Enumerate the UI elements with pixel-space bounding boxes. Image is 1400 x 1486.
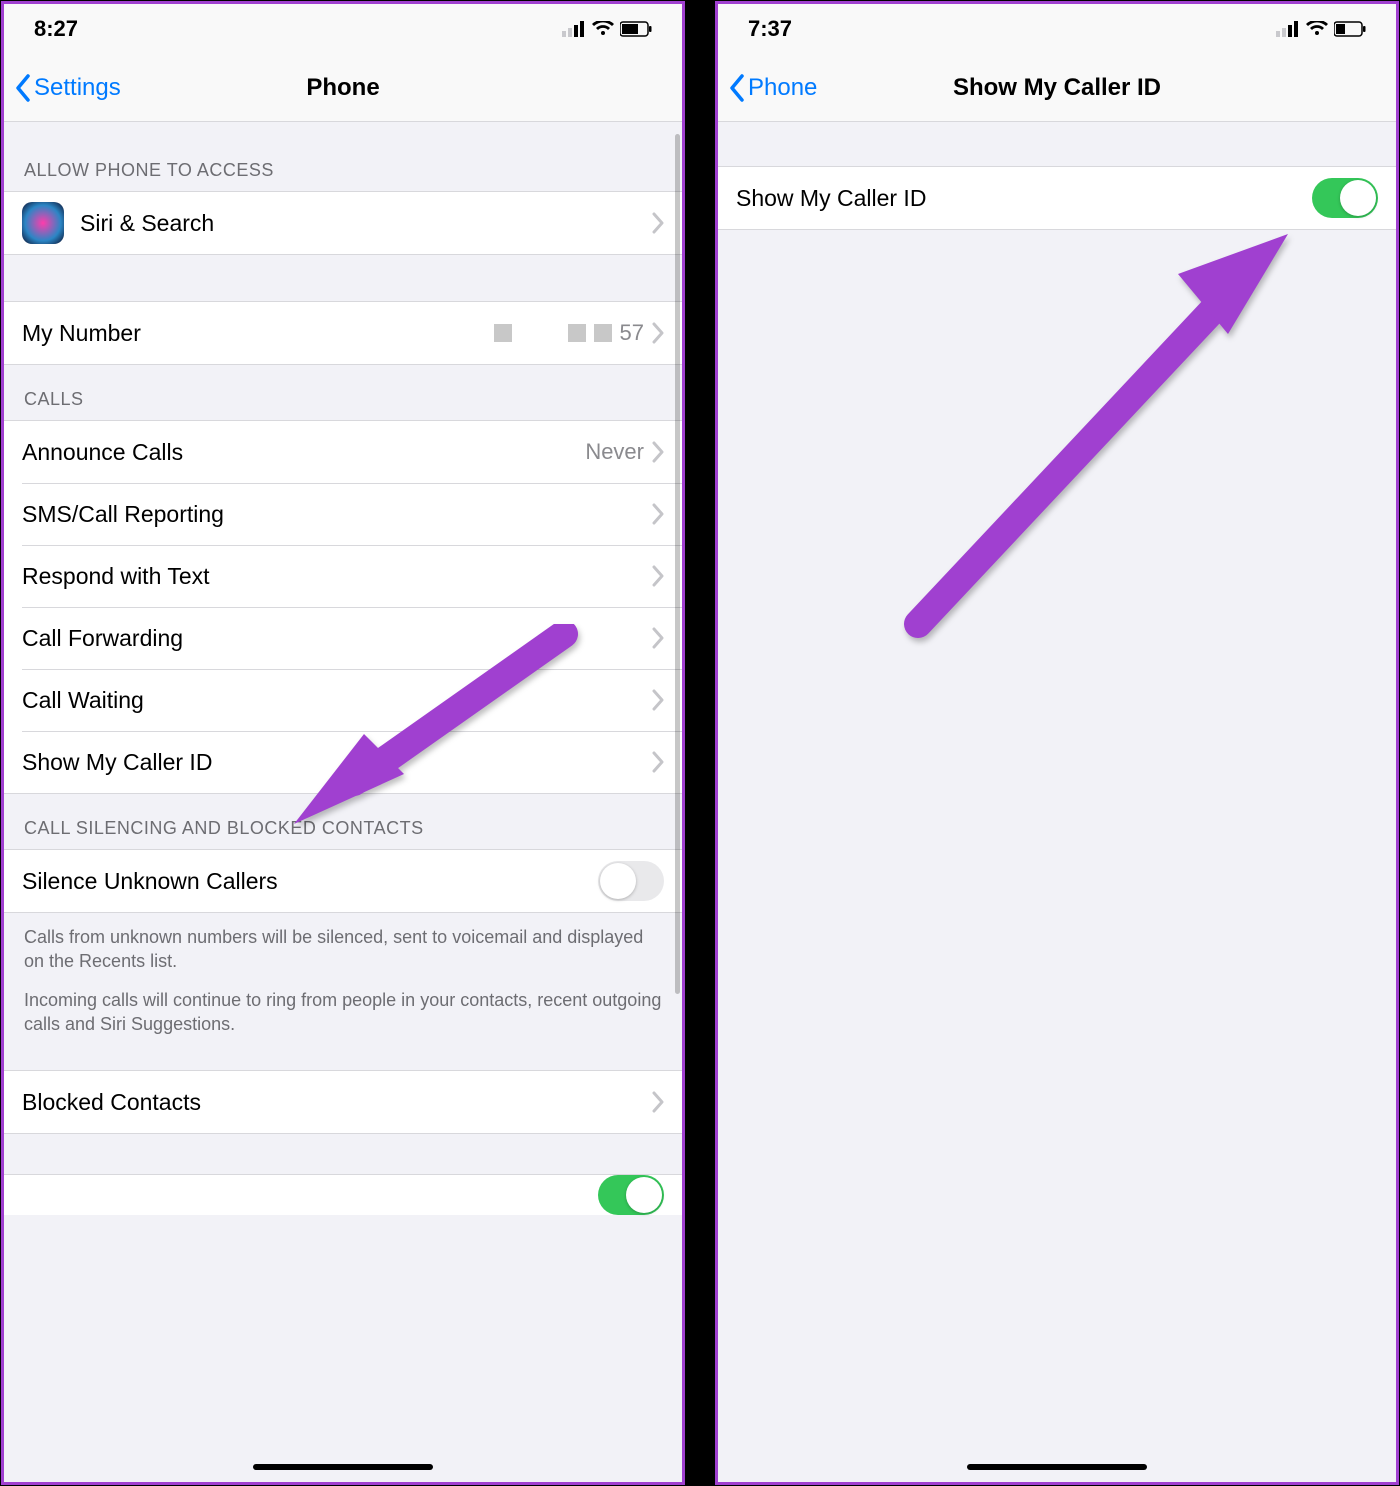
partial-toggle[interactable] [598, 1175, 664, 1215]
nav-header: Phone Show My Caller ID [718, 54, 1396, 122]
silence-desc-1: Calls from unknown numbers will be silen… [4, 913, 682, 984]
row-label: Respond with Text [22, 563, 652, 590]
row-call-forwarding[interactable]: Call Forwarding [4, 607, 682, 669]
status-time: 7:37 [748, 16, 792, 42]
row-silence-unknown[interactable]: Silence Unknown Callers [4, 850, 682, 912]
row-sms-reporting[interactable]: SMS/Call Reporting [4, 483, 682, 545]
row-siri-search[interactable]: Siri & Search [4, 192, 682, 254]
row-label: Show My Caller ID [22, 749, 652, 776]
status-icons [562, 21, 652, 37]
row-label: Silence Unknown Callers [22, 868, 598, 895]
home-indicator [253, 1464, 433, 1470]
chevron-right-icon [652, 565, 664, 587]
chevron-right-icon [652, 627, 664, 649]
chevron-right-icon [652, 751, 664, 773]
back-label: Phone [748, 74, 817, 102]
screenshot-divider [685, 1, 715, 1485]
phone-settings-screen: 8:27 Settings Phone ALLOW PHONE TO ACCES… [1, 1, 685, 1485]
chevron-right-icon [652, 212, 664, 234]
chevron-right-icon [652, 503, 664, 525]
row-announce-calls[interactable]: Announce Calls Never [4, 421, 682, 483]
status-bar: 8:27 [4, 4, 682, 54]
my-number-suffix: 57 [620, 320, 644, 346]
section-header-silencing: CALL SILENCING AND BLOCKED CONTACTS [4, 794, 682, 849]
home-indicator [967, 1464, 1147, 1470]
row-label: Announce Calls [22, 439, 585, 466]
back-button[interactable]: Settings [14, 74, 121, 102]
section-header-access: ALLOW PHONE TO ACCESS [4, 122, 682, 191]
row-blocked-contacts[interactable]: Blocked Contacts [4, 1071, 682, 1133]
caller-id-toggle[interactable] [1312, 178, 1378, 218]
chevron-right-icon [652, 322, 664, 344]
wifi-icon [592, 21, 614, 37]
row-partial[interactable] [4, 1175, 682, 1215]
signal-icon [562, 21, 586, 37]
chevron-right-icon [652, 689, 664, 711]
nav-title: Show My Caller ID [718, 74, 1396, 102]
row-label: Show My Caller ID [736, 185, 1312, 212]
back-label: Settings [34, 74, 121, 102]
signal-icon [1276, 21, 1300, 37]
section-header-calls: CALLS [4, 365, 682, 420]
annotation-arrow-right [888, 224, 1308, 649]
row-label: Siri & Search [80, 210, 652, 237]
row-show-caller-id[interactable]: Show My Caller ID [718, 167, 1396, 229]
row-respond-text[interactable]: Respond with Text [4, 545, 682, 607]
scrollbar[interactable] [675, 134, 680, 994]
redacted-block [594, 324, 612, 342]
row-label: Call Waiting [22, 687, 652, 714]
chevron-left-icon [14, 74, 32, 102]
silence-desc-2: Incoming calls will continue to ring fro… [4, 984, 682, 1047]
my-number-value: 57 [494, 320, 644, 346]
row-my-number[interactable]: My Number 57 [4, 302, 682, 364]
row-show-caller-id[interactable]: Show My Caller ID [4, 731, 682, 793]
row-call-waiting[interactable]: Call Waiting [4, 669, 682, 731]
siri-icon [22, 202, 64, 244]
row-label: Call Forwarding [22, 625, 652, 652]
row-label: SMS/Call Reporting [22, 501, 652, 528]
nav-header: Settings Phone [4, 54, 682, 122]
status-bar: 7:37 [718, 4, 1396, 54]
battery-icon [620, 21, 652, 37]
chevron-left-icon [728, 74, 746, 102]
back-button[interactable]: Phone [728, 74, 817, 102]
chevron-right-icon [652, 441, 664, 463]
redacted-block [494, 324, 512, 342]
row-label: Blocked Contacts [22, 1089, 652, 1116]
wifi-icon [1306, 21, 1328, 37]
announce-value: Never [585, 439, 644, 465]
status-icons [1276, 21, 1366, 37]
silence-toggle[interactable] [598, 861, 664, 901]
redacted-block [568, 324, 586, 342]
battery-icon [1334, 21, 1366, 37]
row-label: My Number [22, 320, 494, 347]
chevron-right-icon [652, 1091, 664, 1113]
status-time: 8:27 [34, 16, 78, 42]
caller-id-screen: 7:37 Phone Show My Caller ID Show My Cal… [715, 1, 1399, 1485]
